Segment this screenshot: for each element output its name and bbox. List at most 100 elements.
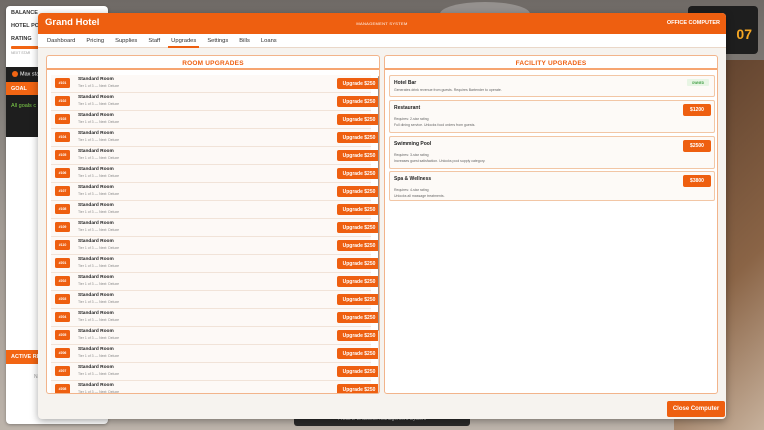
room-number-badge: #207: [55, 366, 70, 376]
room-tier: Tier 1 of 3 — Next: Deluxe: [78, 246, 120, 250]
room-type: Standard Room: [78, 221, 114, 226]
room-tier: Tier 1 of 3 — Next: Deluxe: [78, 210, 120, 214]
room-number-badge: #203: [55, 294, 70, 304]
room-upgrades-heading: ROOM UPGRADES: [47, 56, 379, 70]
room-row: #110 Standard Room Tier 1 of 3 — Next: Del…: [51, 237, 379, 255]
tab-settings[interactable]: Settings: [204, 34, 231, 48]
room-type: Standard Room: [78, 293, 114, 298]
upgrade-room-button[interactable]: Upgrade $250: [337, 276, 379, 287]
upgrade-room-button[interactable]: Upgrade $250: [337, 330, 379, 341]
upgrade-room-button[interactable]: Upgrade $250: [337, 204, 379, 215]
upgrade-room-button[interactable]: Upgrade $250: [337, 96, 379, 107]
room-type: Standard Room: [78, 131, 114, 136]
room-number-badge: #107: [55, 186, 70, 196]
tab-dashboard[interactable]: Dashboard: [44, 34, 78, 48]
room-tier: Tier 1 of 3 — Next: Deluxe: [78, 282, 120, 286]
tab-loans[interactable]: Loans: [258, 34, 280, 48]
room-number-badge: #109: [55, 222, 70, 232]
star-icon: [12, 71, 18, 77]
facility-upgrades-heading: FACILITY UPGRADES: [385, 56, 717, 70]
facility-card: Spa & Wellness $3800 Requires: 4-star rati…: [389, 171, 715, 201]
room-type: Standard Room: [78, 77, 114, 82]
upgrade-room-button[interactable]: Upgrade $250: [337, 294, 379, 305]
facility-card: Hotel Bar OWNED Generates drink revenue fr…: [389, 75, 715, 97]
room-list: #101 Standard Room Tier 1 of 3 — Next: Del…: [51, 75, 379, 393]
upgrade-room-button[interactable]: Upgrade $250: [337, 168, 379, 179]
tab-upgrades[interactable]: Upgrades: [168, 34, 200, 48]
upgrade-room-button[interactable]: Upgrade $250: [337, 312, 379, 323]
tab-supplies[interactable]: Supplies: [112, 34, 140, 48]
room-row: #205 Standard Room Tier 1 of 3 — Next: Del…: [51, 327, 379, 345]
room-number-badge: #205: [55, 330, 70, 340]
room-row: #206 Standard Room Tier 1 of 3 — Next: Del…: [51, 345, 379, 363]
computer-label: OFFICE COMPUTER: [666, 20, 720, 26]
room-type: Standard Room: [78, 383, 114, 388]
room-row: #103 Standard Room Tier 1 of 3 — Next: Del…: [51, 111, 379, 129]
facility-description: Unlocks all massage treatments.: [394, 194, 445, 198]
upgrade-room-button[interactable]: Upgrade $250: [337, 114, 379, 125]
tab-pricing[interactable]: Pricing: [83, 34, 107, 48]
facility-description: Requires: 2-star rating: [394, 117, 429, 121]
facility-name: Swimming Pool: [394, 141, 432, 147]
upgrade-room-button[interactable]: Upgrade $250: [337, 150, 379, 161]
room-type: Standard Room: [78, 185, 114, 190]
room-tier: Tier 1 of 3 — Next: Deluxe: [78, 318, 120, 322]
buy-facility-button[interactable]: $2500: [683, 140, 711, 152]
window-titlebar: Grand Hotel MANAGEMENT SYSTEM OFFICE COM…: [38, 13, 726, 34]
upgrade-room-button[interactable]: Upgrade $250: [337, 384, 379, 393]
room-row: #107 Standard Room Tier 1 of 3 — Next: Del…: [51, 183, 379, 201]
room-row: #108 Standard Room Tier 1 of 3 — Next: Del…: [51, 201, 379, 219]
room-number-badge: #106: [55, 168, 70, 178]
upgrade-room-button[interactable]: Upgrade $250: [337, 186, 379, 197]
room-type: Standard Room: [78, 113, 114, 118]
room-type: Standard Room: [78, 329, 114, 334]
room-number-badge: #208: [55, 384, 70, 393]
clock-display: 07: [736, 26, 752, 42]
room-number-badge: #110: [55, 240, 70, 250]
room-type: Standard Room: [78, 95, 114, 100]
max-stars-text: Max sta: [20, 71, 40, 78]
upgrade-room-button[interactable]: Upgrade $250: [337, 78, 379, 89]
tab-staff[interactable]: Staff: [145, 34, 163, 48]
room-tier: Tier 1 of 3 — Next: Deluxe: [78, 336, 120, 340]
room-row: #204 Standard Room Tier 1 of 3 — Next: Del…: [51, 309, 379, 327]
room-number-badge: #206: [55, 348, 70, 358]
room-tier: Tier 1 of 3 — Next: Deluxe: [78, 192, 120, 196]
facility-name: Hotel Bar: [394, 80, 417, 86]
room-row: #104 Standard Room Tier 1 of 3 — Next: Del…: [51, 129, 379, 147]
room-number-badge: #201: [55, 258, 70, 268]
facility-name: Restaurant: [394, 105, 421, 111]
room-number-badge: #103: [55, 114, 70, 124]
upgrade-room-button[interactable]: Upgrade $250: [337, 258, 379, 269]
room-tier: Tier 1 of 3 — Next: Deluxe: [78, 300, 120, 304]
room-row: #105 Standard Room Tier 1 of 3 — Next: Del…: [51, 147, 379, 165]
room-row: #109 Standard Room Tier 1 of 3 — Next: Del…: [51, 219, 379, 237]
room-tier: Tier 1 of 3 — Next: Deluxe: [78, 174, 120, 178]
room-row: #201 Standard Room Tier 1 of 3 — Next: Del…: [51, 255, 379, 273]
room-number-badge: #204: [55, 312, 70, 322]
scrollbar-thumb[interactable]: [378, 76, 379, 331]
room-number-badge: #202: [55, 276, 70, 286]
close-computer-button[interactable]: Close Computer: [667, 401, 725, 417]
room-row: #106 Standard Room Tier 1 of 3 — Next: Del…: [51, 165, 379, 183]
room-type: Standard Room: [78, 275, 114, 280]
tab-bills[interactable]: Bills: [236, 34, 253, 48]
facility-description: Requires: 3-star rating: [394, 153, 429, 157]
facility-upgrades-panel: FACILITY UPGRADES Hotel Bar OWNED Generate…: [384, 55, 718, 394]
room-tier: Tier 1 of 3 — Next: Deluxe: [78, 228, 120, 232]
upgrade-room-button[interactable]: Upgrade $250: [337, 240, 379, 251]
room-row: #101 Standard Room Tier 1 of 3 — Next: Del…: [51, 75, 379, 93]
facility-name: Spa & Wellness: [394, 176, 432, 182]
upgrade-room-button[interactable]: Upgrade $250: [337, 222, 379, 233]
room-type: Standard Room: [78, 149, 114, 154]
upgrade-room-button[interactable]: Upgrade $250: [337, 366, 379, 377]
room-row: #207 Standard Room Tier 1 of 3 — Next: Del…: [51, 363, 379, 381]
facility-description: Full dining service. Unlocks food orders…: [394, 123, 476, 127]
room-list-scrollbar[interactable]: [378, 76, 379, 393]
facility-card: Swimming Pool $2500 Requires: 3-star ratin…: [389, 136, 715, 169]
buy-facility-button[interactable]: $3800: [683, 175, 711, 187]
upgrade-room-button[interactable]: Upgrade $250: [337, 132, 379, 143]
buy-facility-button[interactable]: $1200: [683, 104, 711, 116]
room-tier: Tier 1 of 3 — Next: Deluxe: [78, 102, 120, 106]
upgrade-room-button[interactable]: Upgrade $250: [337, 348, 379, 359]
